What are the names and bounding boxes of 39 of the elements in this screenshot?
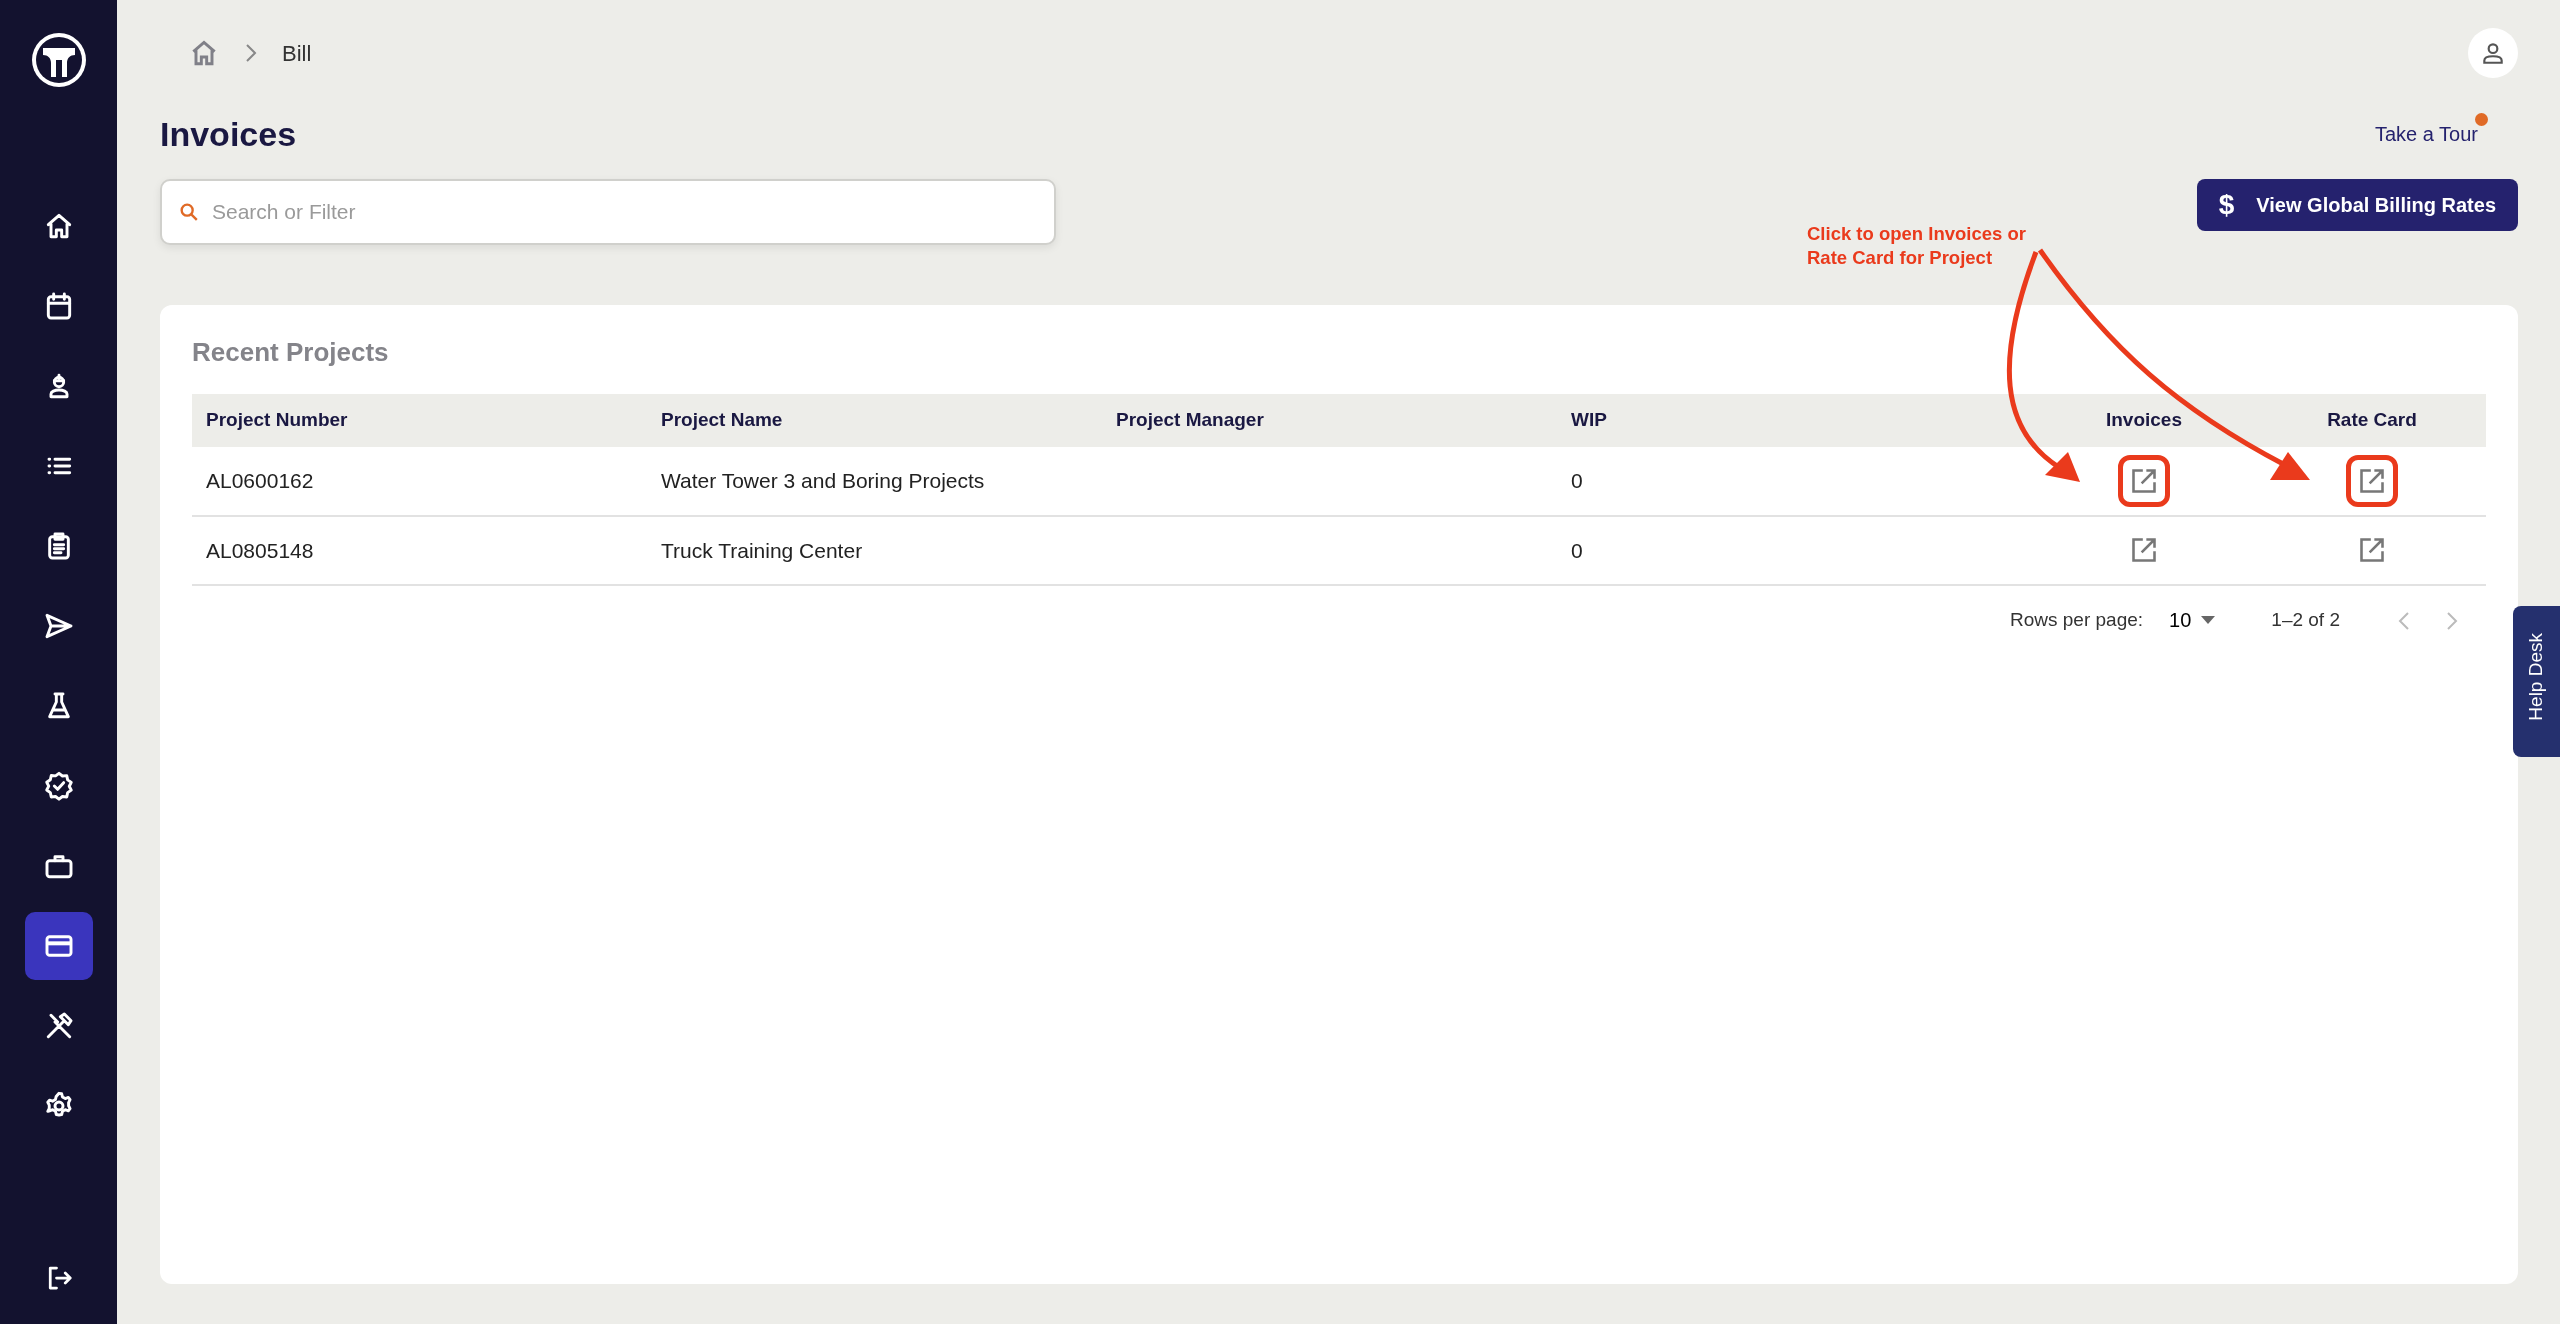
column-header: Project Name — [647, 393, 1102, 447]
sidebar-item[interactable] — [24, 912, 93, 980]
table-cell: Truck Training Center — [661, 538, 863, 562]
search-input[interactable]: Search or Filter — [210, 195, 1054, 229]
table-cell: AL0805148 — [206, 538, 314, 562]
user-icon — [2480, 40, 2506, 66]
view-billing-rates-button[interactable]: $ View Global Billing Rates — [2196, 178, 2518, 231]
page-title: Invoices — [160, 114, 297, 155]
dollar-icon: $ — [2218, 183, 2235, 226]
chevron-right-icon — [2446, 610, 2458, 631]
card-title: Recent Projects — [192, 335, 390, 369]
annotation-text: Click to open Invoices or Rate Card for Project — [1807, 222, 2027, 271]
open-link-button[interactable] — [2118, 454, 2170, 507]
column-header: Project Number — [192, 393, 647, 447]
open-link-button[interactable] — [2346, 454, 2398, 507]
column-header: Rate Card — [2258, 393, 2486, 447]
user-avatar-button[interactable] — [2468, 28, 2518, 78]
chevron-right-icon — [244, 42, 258, 64]
rows-per-page-select[interactable]: 10 — [2163, 603, 2222, 636]
table-cell: Water Tower 3 and Boring Projects — [661, 469, 985, 493]
chevron-left-icon — [2398, 610, 2410, 631]
external-link-icon — [2130, 536, 2158, 565]
caret-icon — [2201, 615, 2216, 624]
external-link-icon — [2130, 466, 2158, 495]
table-cell: 0 — [1571, 469, 1583, 493]
rows-per-page-label: Rows per page: — [2010, 607, 2144, 632]
external-link-icon — [2358, 466, 2386, 495]
verified-badge-icon — [42, 770, 75, 802]
table-cell: AL0600162 — [206, 469, 314, 493]
table-cell: 0 — [1571, 538, 1583, 562]
column-header: Invoices — [2030, 393, 2258, 447]
take-tour-link[interactable]: Take a Tour — [2374, 123, 2478, 146]
breadcrumb-item: Bill — [282, 39, 312, 68]
column-header: WIP — [1557, 393, 2030, 447]
column-header: Project Manager — [1102, 393, 1557, 447]
help-desk-tab[interactable]: Help Desk — [2513, 606, 2560, 757]
external-link-icon — [2358, 536, 2386, 565]
page-range: 1–2 of 2 — [2271, 607, 2340, 632]
search-field[interactable]: Search or Filter — [160, 178, 1056, 245]
